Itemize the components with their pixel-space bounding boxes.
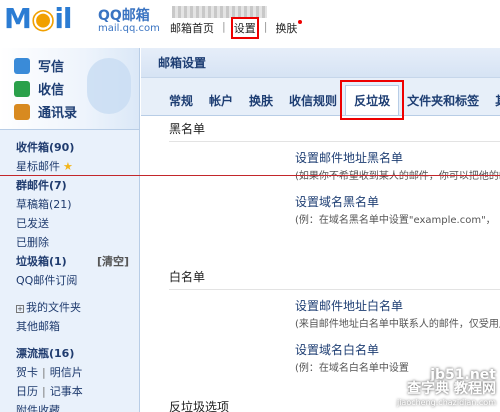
set-address-whitelist-link[interactable]: 设置邮件地址白名单 (295, 296, 500, 316)
folder-my-folders[interactable]: + 我的文件夹 (16, 298, 139, 317)
folder-group-mail[interactable]: 群邮件(7) (16, 176, 139, 195)
folder-sent[interactable]: 已发送 (16, 214, 139, 233)
folder-attachments[interactable]: 附件收藏 (16, 401, 139, 412)
notification-dot-icon (298, 20, 303, 24)
link-postcard[interactable]: 明信片 (50, 366, 83, 379)
nav-skin[interactable]: 换肤 (275, 20, 303, 36)
expand-plus-icon[interactable]: + (16, 305, 24, 313)
brand-url: mail.qq.com (98, 23, 160, 34)
star-icon: ★ (63, 160, 73, 173)
folder-drift-bottle[interactable]: 漂流瓶(16) (16, 344, 139, 363)
divider (16, 290, 139, 298)
folder-spam[interactable]: 垃圾箱(1) [清空] (16, 252, 139, 271)
nav-separator: | (222, 20, 226, 33)
folder-list: 收件箱(90) 星标邮件 ★ 群邮件(7) 草稿箱(21) 已发送 已删除 垃圾箱… (0, 130, 139, 412)
folder-cards-row: 贺卡 | 明信片 (16, 366, 83, 379)
tab-folders-labels[interactable]: 文件夹和标签 (399, 87, 487, 115)
brand-name: QQ邮箱 (98, 8, 150, 24)
blacklist-domain-desc: (例：在域名黑名单中设置"example.com"， (295, 215, 496, 226)
top-header: M◉il QQ邮箱 mail.qq.com 邮箱首页 | 设置 | 换肤 (0, 0, 500, 44)
folder-inbox[interactable]: 收件箱(90) (16, 138, 139, 157)
link-greeting-card[interactable]: 贺卡 (16, 366, 38, 379)
clear-spam-link[interactable]: [清空] (97, 252, 129, 271)
folder-deleted[interactable]: 已删除 (16, 233, 139, 252)
tab-account[interactable]: 帐户 (201, 87, 241, 115)
sidebar: 写信 收信 通讯录 收件箱(90) 星标邮件 ★ 群邮件(7) 草稿箱(21) 已… (0, 48, 140, 412)
folder-subscribe[interactable]: QQ邮件订阅 (16, 271, 139, 290)
tab-general[interactable]: 常规 (161, 87, 201, 115)
settings-panel: 邮箱设置 常规 帐户 换肤 收信规则 反垃圾 文件夹和标签 其 黑名单 设置邮件… (141, 48, 500, 412)
watermark-line2: jiaocheng.chazidian.com (396, 398, 496, 407)
divider (16, 336, 139, 344)
qq-mail-logo[interactable]: M◉il (4, 2, 96, 38)
blacklist-address-desc: (如果你不希望收到某人的邮件，你可以把他的邮 (295, 171, 500, 182)
tab-other[interactable]: 其 (487, 87, 500, 115)
pencil-icon (14, 57, 30, 74)
folder-drafts[interactable]: 草稿箱(21) (16, 195, 139, 214)
set-domain-blacklist-link[interactable]: 设置域名黑名单 (295, 192, 500, 212)
site-watermark: jb51.net 查字典 教程网 jiaocheng.chazidian.com (397, 368, 496, 410)
top-nav: 邮箱首页 | 设置 | 换肤 (170, 17, 303, 39)
quick-actions: 写信 收信 通讯录 (0, 48, 139, 130)
blurred-username (172, 6, 267, 18)
tab-antispam[interactable]: 反垃圾 (340, 80, 405, 120)
section-whitelist-title: 白名单 (169, 264, 500, 290)
section-blacklist-title: 黑名单 (169, 116, 500, 142)
settings-tabs: 常规 帐户 换肤 收信规则 反垃圾 文件夹和标签 其 (141, 78, 500, 120)
whitelist-address-desc: (来自邮件地址白名单中联系人的邮件，仅受用户 (295, 319, 500, 330)
link-notebook[interactable]: 记事本 (50, 385, 83, 398)
folder-calendar-row: 日历 | 记事本 (16, 385, 83, 398)
address-book-icon (14, 103, 30, 120)
set-domain-whitelist-link[interactable]: 设置域名白名单 (295, 340, 500, 360)
nav-mail-home[interactable]: 邮箱首页 (170, 20, 214, 36)
watermark-line1: 查字典 教程网 (407, 381, 496, 397)
tab-skin[interactable]: 换肤 (241, 87, 281, 115)
logo-wordmark: M◉il (4, 2, 73, 35)
page-title: 邮箱设置 (141, 48, 500, 78)
inbox-arrow-icon (14, 80, 30, 97)
nav-settings[interactable]: 设置 (230, 17, 259, 39)
penguin-mascot-icon (87, 58, 131, 114)
link-calendar[interactable]: 日历 (16, 385, 38, 398)
folder-other-mailbox[interactable]: 其他邮箱 (16, 317, 139, 336)
tab-receive-rules[interactable]: 收信规则 (281, 87, 345, 115)
annotation-red-line (0, 175, 500, 176)
folder-starred[interactable]: 星标邮件 ★ (16, 157, 139, 176)
nav-separator: | (263, 20, 268, 33)
set-address-blacklist-link[interactable]: 设置邮件地址黑名单 (295, 148, 500, 168)
